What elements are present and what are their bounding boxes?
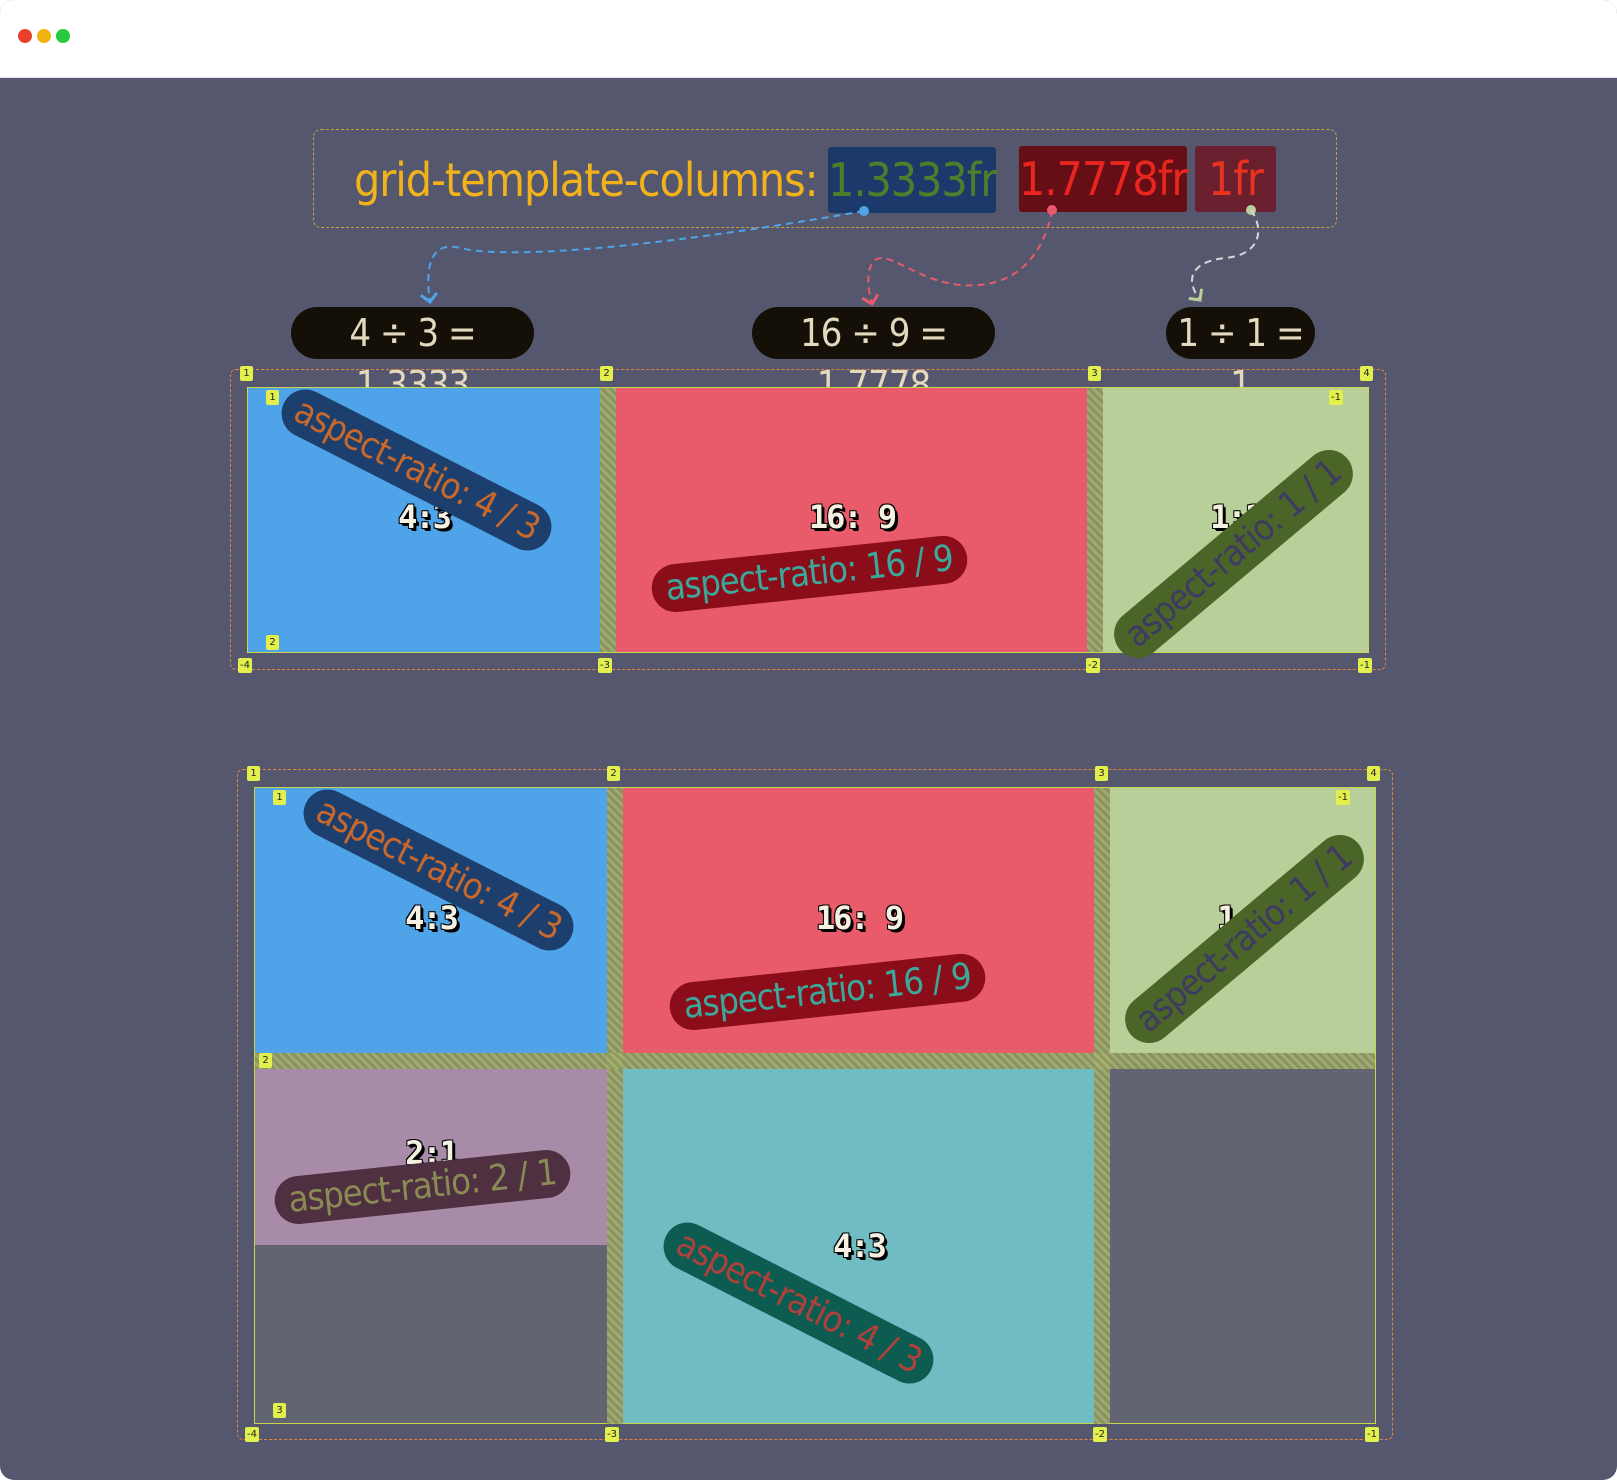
grid-2-col-line-neg-1: -1 (1365, 1427, 1379, 1442)
grid-2-track-empty-2 (1110, 1069, 1375, 1423)
grid-1-col-line-4: 4 (1360, 366, 1373, 381)
grid-2-row-line-2: 2 (259, 1053, 272, 1068)
grid-2-col-gap-2 (1094, 788, 1110, 1424)
grid-1-ratio-16-9: 16: 9 (808, 498, 897, 536)
grid-1-row-line-1: 1 (266, 390, 279, 405)
grid-1-row-line-neg-1: -1 (1329, 390, 1343, 405)
grid-2-col-line-3: 3 (1095, 766, 1108, 781)
connector-path-2 (861, 209, 1053, 307)
grid-2-ratio-4-3-bottom: 4:3 (833, 1227, 887, 1265)
grid-1-col-line-neg-1: -1 (1358, 658, 1372, 673)
grid-2-ratio-16-9: 16: 9 (815, 899, 904, 937)
grid-2-col-line-neg-3: -3 (605, 1427, 619, 1442)
calculation-pill-3: 1 ÷ 1 = 1 (1166, 307, 1315, 407)
grid-2-col-gap-1 (607, 788, 623, 1424)
connector-path-1 (420, 210, 865, 305)
connector-arrows (420, 205, 1260, 307)
grid-2-row-gap (255, 1053, 1375, 1069)
grid-1-gap-2 (1087, 388, 1103, 652)
grid-1-col-line-neg-3: -3 (598, 658, 612, 673)
calculation-pill-1: 4 ÷ 3 = 1.3333 (291, 307, 534, 407)
grid-2-row-line-3: 3 (273, 1403, 286, 1418)
calculation-pill-2: 16 ÷ 9 = 1.7778 (752, 307, 995, 407)
grid-1-row-line-2: 2 (266, 635, 279, 650)
browser-window: grid-template-columns: 1.3333fr 1.7778fr… (0, 0, 1617, 1480)
grid-2-col-line-neg-4: -4 (245, 1427, 259, 1442)
grid-2-row-line-neg-1: -1 (1336, 790, 1350, 805)
grid-1-col-line-1: 1 (240, 366, 253, 381)
grid-1-col-line-neg-4: -4 (238, 658, 252, 673)
grid-2-col-line-2: 2 (607, 766, 620, 781)
grid-1-col-line-2: 2 (600, 366, 613, 381)
grid-1-gap-1 (600, 388, 616, 652)
grid-1-col-line-3: 3 (1088, 366, 1101, 381)
grid-2-row-line-1: 1 (273, 790, 286, 805)
grid-2-col-line-neg-2: -2 (1093, 1427, 1107, 1442)
grid-2-col-line-1: 1 (247, 766, 260, 781)
grid-1-col-line-neg-2: -2 (1086, 658, 1100, 673)
connector-path-3 (1188, 209, 1260, 302)
grid-2-col-line-4: 4 (1367, 766, 1380, 781)
